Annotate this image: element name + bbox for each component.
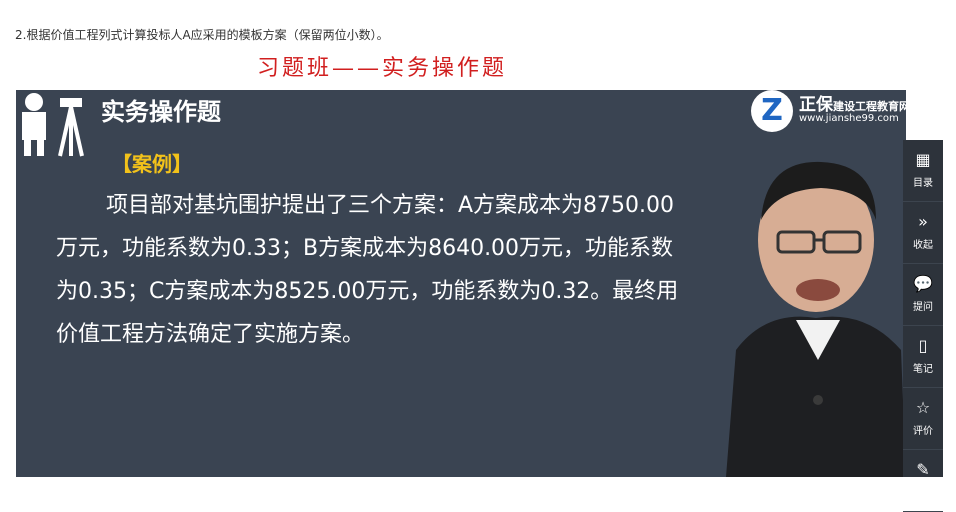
sidebar-item-contents[interactable]: ▦ 目录: [903, 140, 943, 202]
note-icon: ▯: [918, 336, 928, 355]
video-player[interactable]: 实务操作题 Z 正保建设工程教育网 www.jianshe99.com 【案例】…: [16, 90, 906, 477]
collapse-icon: »: [918, 212, 928, 231]
case-label: 【案例】: [112, 152, 192, 176]
sidebar-item-notes[interactable]: ▯ 笔记: [903, 326, 943, 388]
chat-icon: 💬: [913, 274, 933, 293]
star-icon: ☆: [915, 398, 931, 417]
presenter-image: [726, 161, 906, 477]
sidebar-item-rate[interactable]: ☆ 评价: [903, 388, 943, 450]
sidebar-item-label: 评价: [913, 426, 933, 437]
slide-title: 实务操作题: [101, 98, 221, 126]
logo-suffix: 建设工程教育网: [833, 100, 906, 113]
surveyor-icon: [22, 93, 84, 157]
grid-icon: ▦: [915, 150, 931, 169]
banner-title: 习题班——实务操作题: [256, 56, 507, 81]
logo-url: www.jianshe99.com: [799, 113, 899, 124]
player-sidebar: ▦ 目录 » 收起 💬 提问 ▯ 笔记 ☆ 评价 ✎: [903, 140, 943, 512]
logo-mark: Z: [751, 90, 793, 132]
sidebar-item-collapse[interactable]: » 收起: [903, 202, 943, 264]
sidebar-item-label: 提问: [913, 302, 933, 313]
logo-brand: 正保: [799, 95, 833, 115]
case-line: 项目部对基坑围护提出了三个方案：A方案成本为8750.00: [106, 193, 675, 218]
sidebar-item-label: 收起: [913, 240, 933, 251]
sidebar-item-label: 目录: [913, 178, 933, 189]
brand-logo: Z 正保建设工程教育网 www.jianshe99.com: [751, 90, 906, 136]
case-line: 为0.35；C方案成本为8525.00万元，功能系数为0.32。最终用: [56, 279, 679, 304]
case-body: 项目部对基坑围护提出了三个方案：A方案成本为8750.00 万元，功能系数为0.…: [56, 184, 736, 356]
section-banner: 习题班——实务操作题: [0, 50, 956, 82]
case-line: 价值工程方法确定了实施方案。: [56, 322, 365, 347]
sidebar-item-ask[interactable]: 💬 提问: [903, 264, 943, 326]
case-line: 万元，功能系数为0.33；B方案成本为8640.00万元，功能系数: [56, 236, 674, 261]
edit-icon: ✎: [916, 460, 930, 479]
sidebar-item-edit[interactable]: ✎: [903, 450, 943, 512]
sidebar-item-label: 笔记: [913, 364, 933, 375]
question-text: 2.根据价值工程列式计算投标人A应采用的模板方案（保留两位小数）。: [15, 28, 389, 42]
logo-name: 正保建设工程教育网: [799, 90, 906, 115]
